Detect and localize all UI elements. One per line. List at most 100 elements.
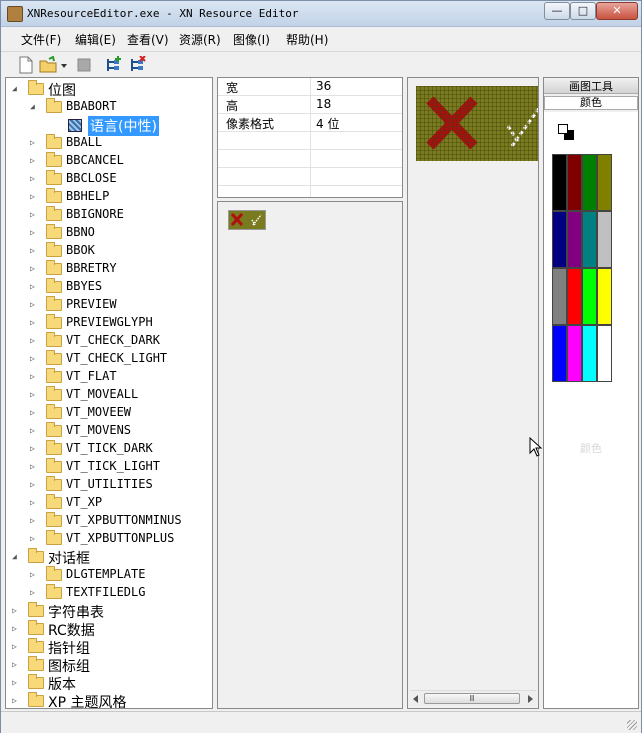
expand-arrow-icon[interactable]: ▷ — [30, 192, 38, 202]
collapse-arrow-icon[interactable]: ◢ — [12, 552, 20, 562]
expand-arrow-icon[interactable]: ▷ — [30, 570, 38, 580]
tree-item-label[interactable]: 位图 — [48, 80, 76, 100]
tree-item-label[interactable]: DLGTEMPLATE — [66, 567, 145, 581]
tree-item-label[interactable]: BBABORT — [66, 99, 117, 113]
tree-item[interactable]: ▷ BBIGNORE — [6, 206, 212, 224]
tree-item-label[interactable]: 版本 — [48, 674, 76, 694]
menu-help[interactable]: 帮助(H) — [286, 31, 328, 48]
collapse-arrow-icon[interactable]: ◢ — [12, 84, 20, 94]
tree-item[interactable]: ▷ BBYES — [6, 278, 212, 296]
color-swatch[interactable] — [582, 268, 597, 325]
expand-arrow-icon[interactable]: ▷ — [30, 354, 38, 364]
tree-item[interactable]: ▷ BBALL — [6, 134, 212, 152]
menu-edit[interactable]: 编辑(E) — [75, 31, 116, 48]
properties-grid[interactable]: 宽 36 高 18 像素格式 4 位 — [217, 77, 403, 198]
expand-arrow-icon[interactable]: ▷ — [30, 516, 38, 526]
property-value[interactable]: 36 — [316, 79, 331, 93]
expand-arrow-icon[interactable]: ▷ — [30, 534, 38, 544]
color-palette[interactable] — [552, 154, 612, 383]
expand-arrow-icon[interactable]: ▷ — [12, 696, 20, 706]
color-swatch[interactable] — [567, 268, 582, 325]
color-swatch[interactable] — [552, 268, 567, 325]
menu-view[interactable]: 查看(V) — [127, 31, 169, 48]
tree-item[interactable]: ◢ 对话框 — [6, 548, 212, 568]
tree-item-label[interactable]: BBCANCEL — [66, 153, 124, 167]
expand-arrow-icon[interactable]: ▷ — [30, 372, 38, 382]
expand-arrow-icon[interactable]: ▷ — [30, 426, 38, 436]
tree-item-label[interactable]: XP 主题风格 — [48, 692, 126, 708]
minimize-button[interactable]: — — [544, 2, 570, 20]
add-resource-icon[interactable] — [105, 56, 123, 74]
property-value[interactable]: 18 — [316, 97, 331, 111]
property-row-width[interactable]: 宽 36 — [218, 78, 402, 96]
tree-item-label[interactable]: BBRETRY — [66, 261, 117, 275]
expand-arrow-icon[interactable]: ▷ — [30, 228, 38, 238]
resource-tree[interactable]: ◢ 位图 ◢ BBABORT 语言(中性) ▷ BBALL ▷ BBCANCEL ▷ BBCLOSE… — [5, 77, 213, 709]
tree-item-label[interactable]: VT_TICK_DARK — [66, 441, 153, 455]
tree-item[interactable]: ▷ 图标组 — [6, 656, 212, 675]
expand-arrow-icon[interactable]: ▷ — [30, 318, 38, 328]
expand-arrow-icon[interactable]: ▷ — [30, 174, 38, 184]
tree-item-label[interactable]: VT_CHECK_DARK — [66, 333, 160, 347]
tree-item[interactable]: ▷ VT_MOVEALL — [6, 386, 212, 404]
color-swatch[interactable] — [552, 325, 567, 382]
dropdown-arrow-icon[interactable] — [59, 56, 69, 74]
tree-item-label[interactable]: 对话框 — [48, 548, 90, 568]
color-swatch[interactable] — [552, 211, 567, 268]
color-swatch[interactable] — [582, 154, 597, 211]
tree-item-label[interactable]: VT_XPBUTTONMINUS — [66, 513, 182, 527]
tree-item-label[interactable]: VT_MOVEALL — [66, 387, 138, 401]
color-swatch[interactable] — [567, 154, 582, 211]
tree-item-label[interactable]: BBOK — [66, 243, 95, 257]
tree-item-label[interactable]: VT_MOVEEW — [66, 405, 131, 419]
tree-item[interactable]: ▷ XP 主题风格 — [6, 692, 212, 708]
expand-arrow-icon[interactable]: ▷ — [30, 246, 38, 256]
color-swatch[interactable] — [597, 154, 612, 211]
tree-item[interactable]: ▷ VT_UTILITIES — [6, 476, 212, 494]
tree-item[interactable]: ▷ DLGTEMPLATE — [6, 566, 212, 584]
tree-item[interactable]: ▷ VT_TICK_LIGHT — [6, 458, 212, 476]
tree-item-label[interactable]: TEXTFILEDLG — [66, 585, 145, 599]
tree-item-label[interactable]: VT_MOVENS — [66, 423, 131, 437]
tree-item-label[interactable]: 字符串表 — [48, 602, 104, 622]
open-folder-icon[interactable] — [39, 55, 57, 74]
expand-arrow-icon[interactable]: ▷ — [30, 498, 38, 508]
expand-arrow-icon[interactable]: ▷ — [30, 408, 38, 418]
expand-arrow-icon[interactable]: ▷ — [30, 588, 38, 598]
tree-item-label[interactable]: BBALL — [66, 135, 102, 149]
property-value[interactable]: 4 位 — [316, 115, 339, 132]
tree-item[interactable]: ▷ VT_XPBUTTONPLUS — [6, 530, 212, 548]
tree-item[interactable]: ▷ VT_CHECK_DARK — [6, 332, 212, 350]
tree-item[interactable]: ▷ VT_TICK_DARK — [6, 440, 212, 458]
tree-item[interactable]: ▷ RC数据 — [6, 620, 212, 639]
expand-arrow-icon[interactable]: ▷ — [30, 156, 38, 166]
expand-arrow-icon[interactable]: ▷ — [12, 660, 20, 670]
tree-item[interactable]: ◢ 位图 — [6, 80, 212, 100]
resize-grip[interactable] — [627, 720, 637, 730]
tree-item-label[interactable]: PREVIEW — [66, 297, 117, 311]
expand-arrow-icon[interactable]: ▷ — [30, 138, 38, 148]
collapse-arrow-icon[interactable]: ◢ — [30, 102, 38, 112]
expand-arrow-icon[interactable]: ▷ — [30, 336, 38, 346]
color-swatch[interactable] — [582, 325, 597, 382]
tree-item-label[interactable]: BBCLOSE — [66, 171, 117, 185]
new-file-icon[interactable] — [17, 56, 35, 74]
tree-item[interactable]: ▷ 字符串表 — [6, 602, 212, 622]
expand-arrow-icon[interactable]: ▷ — [30, 210, 38, 220]
tree-item-label[interactable]: VT_XPBUTTONPLUS — [66, 531, 174, 545]
color-swatch[interactable] — [567, 325, 582, 382]
close-button[interactable]: ✕ — [596, 2, 638, 20]
tree-item[interactable]: ▷ VT_MOVEEW — [6, 404, 212, 422]
menu-file[interactable]: 文件(F) — [21, 31, 61, 48]
property-row-height[interactable]: 高 18 — [218, 96, 402, 114]
tree-item[interactable]: ▷ VT_XPBUTTONMINUS — [6, 512, 212, 530]
tree-item[interactable]: ▷ 版本 — [6, 674, 212, 694]
tree-item[interactable]: ▷ BBHELP — [6, 188, 212, 206]
zoomed-bitmap[interactable] — [416, 86, 538, 161]
color-swatch[interactable] — [582, 211, 597, 268]
expand-arrow-icon[interactable]: ▷ — [12, 642, 20, 652]
expand-arrow-icon[interactable]: ▷ — [30, 264, 38, 274]
delete-resource-icon[interactable] — [129, 55, 147, 74]
expand-arrow-icon[interactable]: ▷ — [12, 606, 20, 616]
tree-item-label[interactable]: BBIGNORE — [66, 207, 124, 221]
